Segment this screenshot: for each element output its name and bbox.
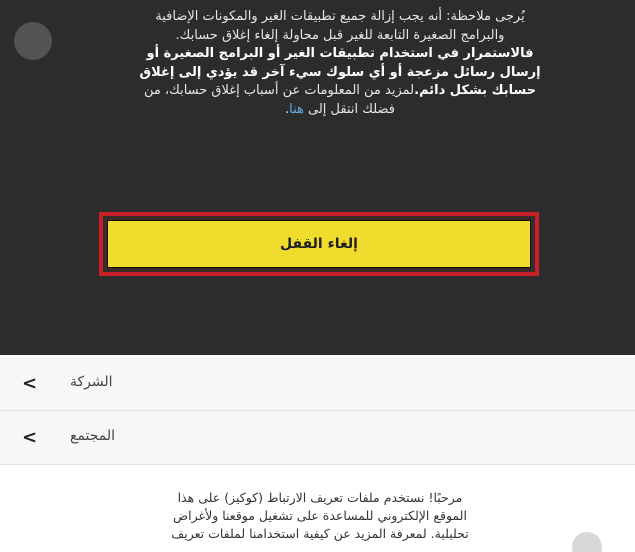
- menu-item-company-label: الشركة: [70, 374, 113, 390]
- menu-item-community[interactable]: < المجتمع: [0, 411, 635, 465]
- unlock-button-highlight: إلغاء القفل: [99, 212, 539, 276]
- note-line-1: يُرجى ملاحظة: أنه يجب إزالة جميع تطبيقات…: [155, 9, 525, 24]
- menu-item-company[interactable]: < الشركة: [0, 357, 635, 411]
- note-line-6-pre: فضلك انتقل إلى: [303, 101, 396, 117]
- menu-item-community-label: المجتمع: [70, 428, 116, 444]
- here-link[interactable]: هنا: [289, 102, 304, 117]
- chevron-left-icon: <: [22, 427, 38, 448]
- note-line-2: والبرامج الصغيرة التابعة للغير قبل محاول…: [175, 27, 505, 43]
- note-line-4: إرسال رسائل مزعجة أو أي سلوك سيء آخر قد …: [139, 64, 541, 80]
- cookie-line-2: الموقع الإلكتروني للمساعدة على تشغيل موق…: [173, 508, 467, 523]
- note-line-6: فضلك انتقل إلى هنا.: [60, 101, 620, 120]
- note-line-5: حسابك بشكل دائم.لمزيد من المعلومات عن أس…: [60, 82, 620, 101]
- unlock-button[interactable]: إلغاء القفل: [107, 220, 531, 268]
- note-line-5-rest: لمزيد من المعلومات عن أسباب إغلاق حسابك،…: [143, 83, 415, 98]
- unlock-note: يُرجى ملاحظة: أنه يجب إزالة جميع تطبيقات…: [60, 8, 620, 119]
- unlock-panel: يُرجى ملاحظة: أنه يجب إزالة جميع تطبيقات…: [0, 0, 635, 355]
- cookie-notice: مرحبًا! نستخدم ملفات تعريف الارتباط (كوك…: [40, 489, 600, 543]
- unlock-button-label: إلغاء القفل: [280, 236, 358, 252]
- cookie-line-3: تحليلية. لمعرفة المزيد عن كيفية استخدامن…: [171, 526, 469, 541]
- note-line-5-bold: حسابك بشكل دائم.: [414, 83, 537, 98]
- avatar: [14, 22, 52, 60]
- cookie-line-1: مرحبًا! نستخدم ملفات تعريف الارتباط (كوك…: [177, 490, 463, 505]
- chevron-left-icon: <: [22, 373, 38, 394]
- note-line-3: فالاستمرار في استخدام تطبيقات الغير أو ا…: [146, 46, 534, 61]
